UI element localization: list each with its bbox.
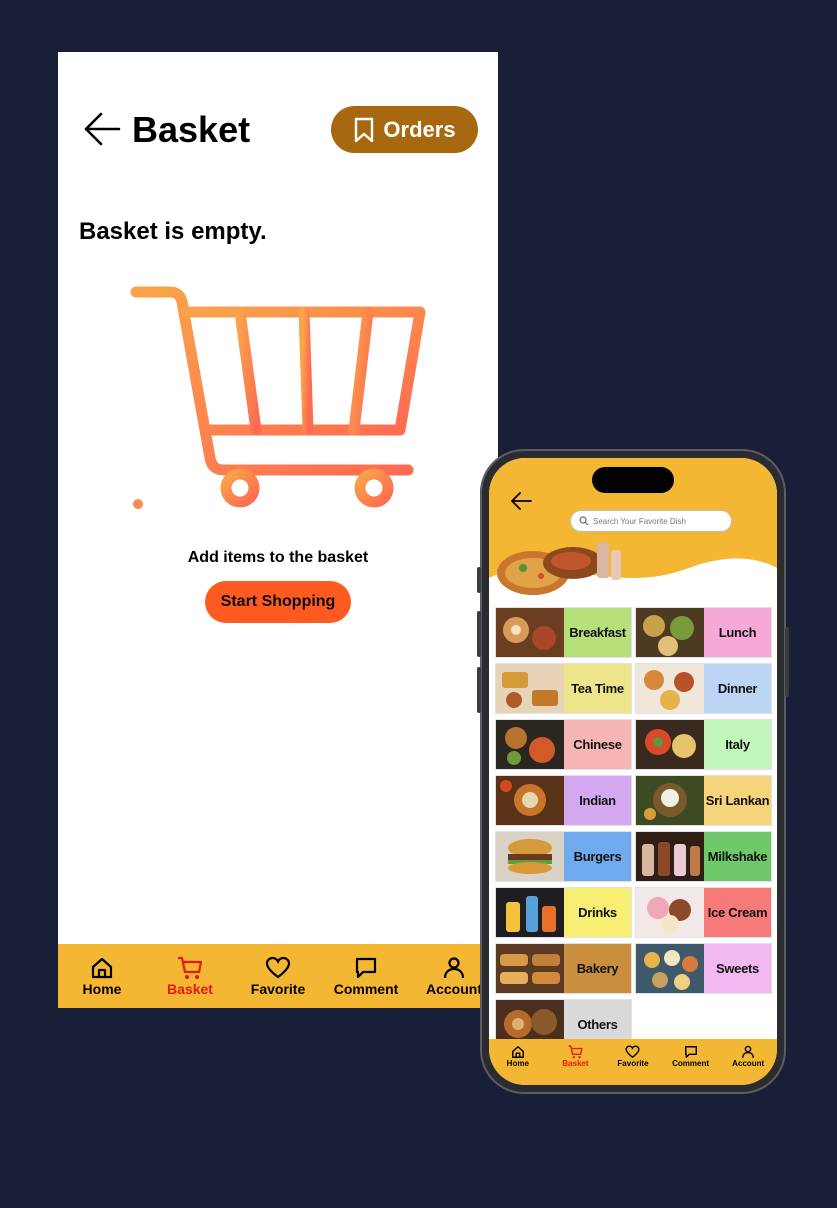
category-tile[interactable]: Bakery: [496, 944, 631, 993]
basket-screen: Basket Orders Basket is empty. Add items…: [58, 52, 498, 1008]
nav-label: Favorite: [250, 980, 306, 997]
nav-comment[interactable]: Comment: [325, 956, 407, 997]
category-label: Italy: [704, 720, 771, 769]
phone-side-button: [477, 611, 481, 657]
food-photo: [496, 888, 564, 937]
nav-favorite[interactable]: Favorite: [237, 956, 319, 997]
nav-basket[interactable]: Basket: [149, 956, 231, 997]
phone-screen: Search Your Favorite Dish Breakfast Lunc…: [489, 458, 777, 1085]
category-label: Dinner: [704, 664, 771, 713]
phone-bottom-nav: Home Basket Favorite Comment Account: [489, 1039, 777, 1085]
search-placeholder: Search Your Favorite Dish: [593, 516, 686, 526]
cart-icon: [568, 1045, 583, 1059]
category-tile[interactable]: Ice Cream: [636, 888, 771, 937]
category-label: Bakery: [564, 944, 631, 993]
category-label: Milkshake: [704, 832, 771, 881]
category-tile[interactable]: Chinese: [496, 720, 631, 769]
category-tile[interactable]: Lunch: [636, 608, 771, 657]
empty-cart-illustration: [130, 286, 426, 509]
orders-label: Orders: [383, 116, 456, 142]
nav-label: Home: [506, 1059, 529, 1068]
category-label: Indian: [564, 776, 631, 825]
food-photo: [496, 664, 564, 713]
empty-basket-message: Basket is empty.: [79, 218, 267, 245]
account-icon: [443, 956, 465, 978]
category-label: Drinks: [564, 888, 631, 937]
food-banner-image: [497, 542, 621, 595]
category-label: Breakfast: [564, 608, 631, 657]
food-photo: [636, 608, 704, 657]
category-tile[interactable]: Sweets: [636, 944, 771, 993]
start-shopping-button[interactable]: Start Shopping: [205, 581, 351, 623]
add-items-text: Add items to the basket: [187, 549, 369, 566]
nav-label: Account: [426, 980, 482, 997]
food-photo: [636, 776, 704, 825]
category-tile[interactable]: Indian: [496, 776, 631, 825]
nav-label: Home: [82, 980, 122, 997]
phone-side-button: [785, 627, 789, 697]
comment-icon: [355, 957, 377, 978]
phone-mockup: Search Your Favorite Dish Breakfast Lunc…: [477, 449, 789, 1094]
phone-side-button: [477, 567, 481, 593]
category-label: Sri Lankan: [704, 776, 771, 825]
food-photo: [636, 720, 704, 769]
back-button[interactable]: [82, 107, 122, 151]
bottom-nav: Home Basket Favorite Comment Account: [58, 944, 498, 1008]
phone-nav-home[interactable]: Home: [491, 1045, 545, 1068]
nav-label: Comment: [672, 1059, 710, 1068]
food-photo: [636, 664, 704, 713]
heart-icon: [625, 1045, 641, 1059]
category-label: Burgers: [564, 832, 631, 881]
food-photo: [496, 720, 564, 769]
nav-label: Account: [732, 1059, 765, 1068]
food-photo: [496, 776, 564, 825]
home-icon: [91, 957, 113, 978]
phone-nav-basket[interactable]: Basket: [548, 1045, 602, 1068]
phone-nav-account[interactable]: Account: [721, 1045, 775, 1068]
category-tile[interactable]: Sri Lankan: [636, 776, 771, 825]
category-tile[interactable]: Milkshake: [636, 832, 771, 881]
dynamic-island: [592, 467, 674, 493]
category-tile[interactable]: Italy: [636, 720, 771, 769]
phone-nav-comment[interactable]: Comment: [664, 1045, 718, 1068]
page-title: Basket: [132, 109, 251, 150]
account-icon: [742, 1045, 755, 1058]
nav-label: Comment: [333, 980, 399, 997]
cart-icon: [178, 956, 203, 979]
category-label: Chinese: [564, 720, 631, 769]
category-label: Lunch: [704, 608, 771, 657]
nav-label: Basket: [167, 980, 213, 997]
food-photo: [636, 944, 704, 993]
food-photo: [496, 944, 564, 993]
nav-label: Basket: [562, 1059, 589, 1068]
food-photo: [496, 608, 564, 657]
home-icon: [511, 1046, 524, 1058]
food-photo: [636, 832, 704, 881]
heart-icon: [265, 956, 291, 978]
nav-home[interactable]: Home: [61, 956, 143, 997]
category-label: Sweets: [704, 944, 771, 993]
category-tile[interactable]: Burgers: [496, 832, 631, 881]
phone-back-button[interactable]: [509, 490, 533, 517]
category-tile[interactable]: Dinner: [636, 664, 771, 713]
bookmark-icon: [355, 117, 374, 142]
orders-button[interactable]: Orders: [331, 106, 478, 153]
food-photo: [636, 888, 704, 937]
basket-header: Basket Orders: [58, 52, 498, 212]
category-label: Tea Time: [564, 664, 631, 713]
search-icon: [579, 516, 589, 526]
category-label: Ice Cream: [704, 888, 771, 937]
phone-nav-favorite[interactable]: Favorite: [606, 1045, 660, 1068]
comment-icon: [684, 1046, 697, 1058]
arrow-left-icon: [511, 492, 532, 510]
category-tile[interactable]: Tea Time: [496, 664, 631, 713]
category-tile[interactable]: Drinks: [496, 888, 631, 937]
arrow-left-icon: [84, 112, 121, 146]
nav-label: Favorite: [617, 1059, 649, 1068]
phone-side-button: [477, 667, 481, 713]
food-photo: [496, 832, 564, 881]
category-tile[interactable]: Breakfast: [496, 608, 631, 657]
